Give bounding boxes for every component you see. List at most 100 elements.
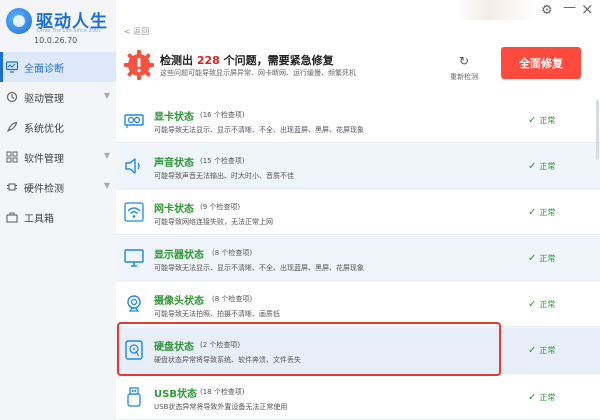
- main-panel: < 返回 ⚙ — × 检测出 228 个问题，需要紧急修复 这些问题可能导致显示…: [116, 0, 600, 420]
- check-row-usb[interactable]: USB状态 (18 个检查项) USB状态异常将导致外置设备无法正常使用 ✓ 正常: [116, 375, 600, 420]
- gpu-icon: [124, 110, 144, 130]
- toolbox-icon: [6, 211, 18, 223]
- row-title: 摄像头状态: [154, 296, 204, 307]
- chevron-down-icon: ▼: [103, 151, 110, 160]
- fix-all-button[interactable]: 全面修复: [501, 47, 581, 79]
- row-status-label: 正常: [539, 208, 556, 217]
- check-row-disk[interactable]: 硬盘状态 (2 个检查项) 硬盘状态异常将导致系统、软件奔溃、文件丢失 ✓ 正常: [116, 328, 600, 374]
- headline-suffix: 个问题，需要紧急修复: [223, 54, 334, 67]
- check-row-network[interactable]: 网卡状态 (9 个检查项) 可能导致网络连接失败，无法正常上网 ✓ 正常: [116, 190, 600, 235]
- row-status-label: 正常: [539, 393, 556, 402]
- webcam-icon: [124, 294, 144, 314]
- check-row-display[interactable]: 显示器状态 (8 个检查项) 可能导致无法显示、显示不清晰、不全、出现蓝屏、黑屏…: [116, 236, 600, 281]
- row-status: ✓ 正常: [528, 253, 555, 264]
- usb-icon: [124, 387, 144, 407]
- check-icon: ✓: [528, 345, 537, 356]
- sidebar-item-label: 系统优化: [24, 123, 64, 135]
- row-status: ✓ 正常: [528, 345, 555, 356]
- row-count: (8 个检查项): [212, 295, 253, 303]
- sidebar-item-hardware-check[interactable]: 硬件检测 ▼: [0, 172, 116, 202]
- row-title: 显卡状态: [154, 112, 194, 123]
- check-row-webcam[interactable]: 摄像头状态 (8 个检查项) 可能导致无法拍照、拍摄不清晰、画质低 ✓ 正常: [116, 282, 600, 327]
- chip-icon: [6, 181, 18, 193]
- row-title: 网卡状态: [154, 204, 194, 215]
- row-count: (9 个检查项): [200, 203, 241, 211]
- row-count: (16 个检查项): [200, 111, 245, 119]
- row-status: ✓ 正常: [528, 115, 555, 126]
- row-description: 可能导致无法拍照、拍摄不清晰、画质低: [154, 310, 280, 318]
- apps-icon: [6, 151, 18, 163]
- rescan-button[interactable]: ↻ 重新检测: [444, 54, 484, 82]
- wifi-icon: [124, 202, 144, 222]
- check-icon: ✓: [528, 207, 537, 218]
- display-icon: [124, 248, 144, 268]
- logo-icon: [6, 8, 32, 34]
- row-status-label: 正常: [539, 254, 556, 263]
- sidebar-item-toolbox[interactable]: 工具箱: [0, 202, 116, 232]
- row-title: 显示器状态: [154, 250, 204, 261]
- sidebar-item-label: 硬件检测: [24, 183, 64, 195]
- check-icon: ✓: [528, 253, 537, 264]
- refresh-icon: ↻: [458, 54, 470, 68]
- row-status-label: 正常: [539, 300, 556, 309]
- sidebar-item-label: 全面诊断: [24, 63, 64, 75]
- scan-summary: 检测出 228 个问题，需要紧急修复 这些问题可能导致显示屏异常、网卡断网、运行…: [116, 44, 600, 98]
- check-icon: ✓: [528, 161, 537, 172]
- row-status: ✓ 正常: [528, 392, 555, 403]
- sidebar-item-system-optimize[interactable]: 系统优化: [0, 112, 116, 142]
- issue-count: 228: [196, 54, 220, 67]
- row-description: 可能导致网络连接失败，无法正常上网: [154, 218, 273, 226]
- row-count: (8 个检查项): [212, 249, 253, 257]
- check-icon: ✓: [528, 299, 537, 310]
- sidebar-item-software-management[interactable]: 软件管理 ▼: [0, 142, 116, 172]
- headline-prefix: 检测出: [160, 54, 193, 67]
- row-count: (2 个检查项): [200, 341, 241, 349]
- check-list: 显卡状态 (16 个检查项) 可能导致无法显示、显示不清晰、不全、出现蓝屏、黑屏…: [116, 98, 600, 420]
- row-title: 声音状态: [154, 158, 194, 169]
- sidebar-item-label: 软件管理: [24, 153, 64, 165]
- row-description: 可能导致声音无法输出、时大时小、音质不佳: [154, 172, 294, 180]
- row-description: USB状态异常将导致外置设备无法正常使用: [154, 403, 288, 411]
- row-status-label: 正常: [539, 116, 556, 125]
- close-icon[interactable]: ×: [581, 0, 594, 18]
- row-title: 硬盘状态: [154, 342, 194, 353]
- disk-icon: [124, 340, 144, 360]
- scrollbar[interactable]: [596, 100, 599, 160]
- settings-gear-icon[interactable]: ⚙: [541, 3, 553, 18]
- title-bar: < 返回 ⚙ — ×: [116, 0, 600, 40]
- speaker-icon: [124, 156, 144, 176]
- sidebar-item-label: 工具箱: [24, 213, 54, 225]
- sidebar-item-label: 驱动管理: [24, 93, 64, 105]
- row-status-label: 正常: [539, 162, 556, 171]
- row-status: ✓ 正常: [528, 161, 555, 172]
- row-description: 可能导致无法显示、显示不清晰、不全、出现蓝屏、黑屏、花屏现象: [154, 126, 364, 134]
- check-row-audio[interactable]: 声音状态 (15 个检查项) 可能导致声音无法输出、时大时小、音质不佳 ✓ 正常: [116, 144, 600, 189]
- chevron-down-icon: ▼: [103, 91, 110, 100]
- user-banner: [456, 0, 536, 20]
- check-icon: ✓: [528, 392, 537, 403]
- back-link[interactable]: < 返回: [124, 26, 149, 37]
- row-title: USB状态: [154, 389, 197, 400]
- issue-detail: 这些问题可能导致显示屏异常、网卡断网、运行缓慢、频繁死机: [160, 69, 356, 77]
- sidebar-nav: 全面诊断 驱动管理 ▼ 系统优化 软件管理 ▼ 硬件检测 ▼ 工具箱: [0, 52, 116, 232]
- row-status: ✓ 正常: [528, 299, 555, 310]
- minimize-icon[interactable]: —: [563, 0, 576, 15]
- row-description: 硬盘状态异常将导致系统、软件奔溃、文件丢失: [154, 356, 301, 364]
- app-subtitle: Drive The Life Since 2007: [37, 28, 102, 34]
- check-row-gpu[interactable]: 显卡状态 (16 个检查项) 可能导致无法显示、显示不清晰、不全、出现蓝屏、黑屏…: [116, 98, 600, 143]
- warning-gear-icon: [122, 48, 156, 82]
- monitor-icon: [5, 61, 19, 73]
- row-status-label: 正常: [539, 346, 556, 355]
- issue-headline: 检测出 228 个问题，需要紧急修复: [160, 52, 334, 68]
- sidebar-item-driver-management[interactable]: 驱动管理 ▼: [0, 82, 116, 112]
- sidebar-item-diagnosis[interactable]: 全面诊断: [0, 52, 116, 82]
- row-description: 可能导致无法显示、显示不清晰、不全、出现蓝屏、黑屏、花屏现象: [154, 264, 364, 272]
- app-version: 10.0.26.70: [34, 36, 78, 45]
- row-count: (18 个检查项): [200, 388, 245, 396]
- rescan-label: 重新检测: [450, 73, 478, 81]
- row-status: ✓ 正常: [528, 207, 555, 218]
- chevron-down-icon: ▼: [103, 181, 110, 190]
- driver-icon: [6, 91, 18, 103]
- check-icon: ✓: [528, 115, 537, 126]
- rocket-icon: [6, 121, 18, 133]
